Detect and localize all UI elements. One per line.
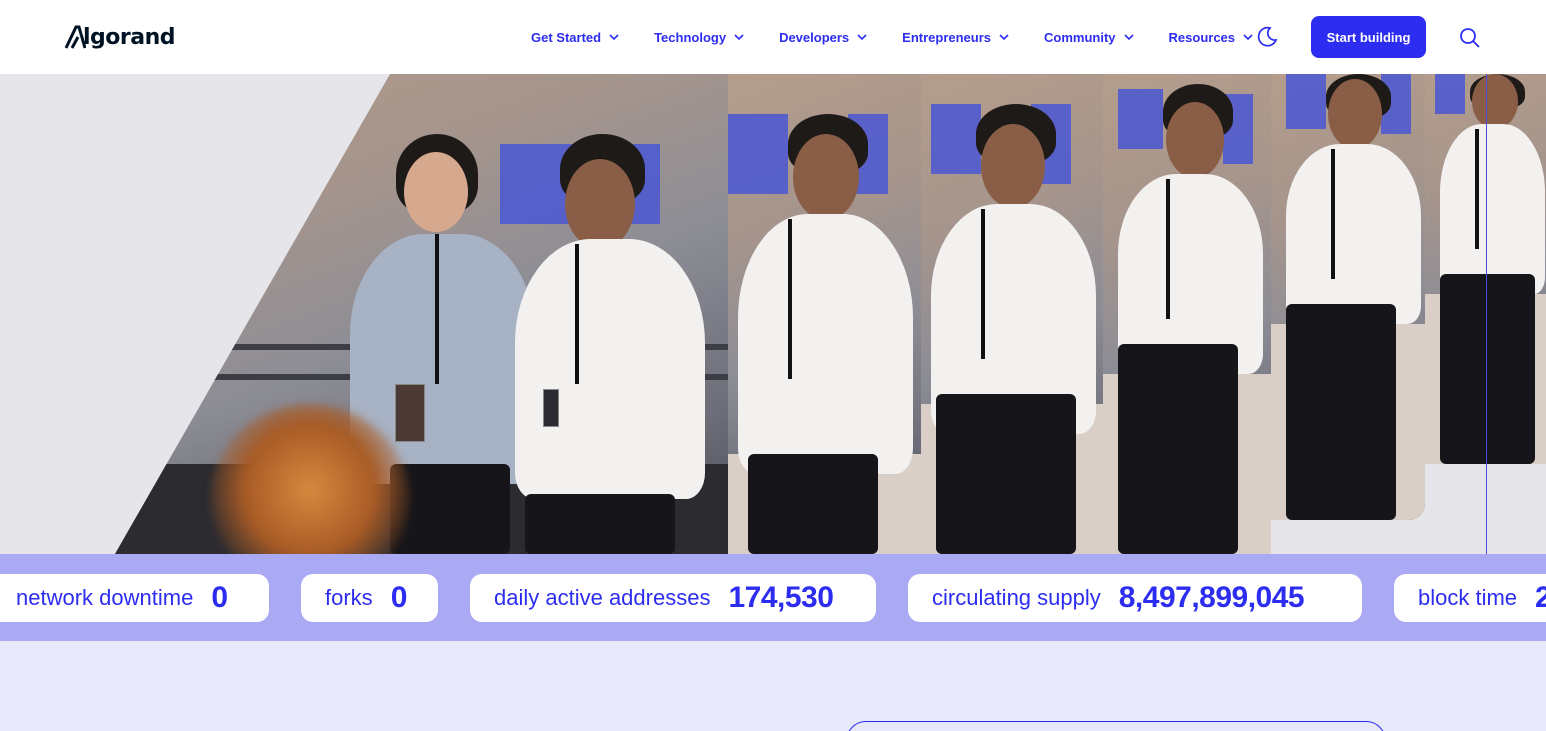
nav-get-started[interactable]: Get Started [531,30,619,45]
algorand-logo[interactable]: lgorand [64,22,176,52]
divider-line [1486,74,1487,554]
hero-photo-frame-3 [921,74,1103,554]
hero-photo-main [115,74,728,554]
nav-developers[interactable]: Developers [779,30,867,45]
stat-value: 174,530 [728,581,834,614]
start-building-button[interactable]: Start building [1311,16,1426,58]
stat-label: daily active addresses [494,585,711,610]
lower-section [0,641,1546,731]
outlined-pill [846,721,1386,731]
nav-resources[interactable]: Resources [1169,30,1253,45]
nav-label: Community [1044,29,1116,45]
stat-label: forks [325,585,373,610]
nav-technology[interactable]: Technology [654,30,744,45]
stat-label: circulating supply [932,585,1101,610]
nav-entrepreneurs[interactable]: Entrepreneurs [902,30,1009,45]
moon-icon[interactable] [1255,25,1279,49]
nav-label: Developers [779,29,850,45]
stat-value: 8,497,899,045 [1118,581,1305,614]
main-nav: Get Started Technology Developers Entrep… [531,0,1288,74]
stat-network-downtime: network downtime 0 [0,574,269,622]
hero-photo-collage [0,74,1546,554]
chevron-down-icon [857,32,867,42]
stat-daily-active-addresses: daily active addresses 174,530 [470,574,876,622]
nav-label: Get Started [531,29,602,45]
search-icon[interactable] [1458,26,1482,50]
nav-label: Entrepreneurs [902,29,992,45]
hero-photo-frame-2 [728,74,921,554]
chevron-down-icon [1243,32,1253,42]
stat-label: network downtime [16,585,194,610]
chevron-down-icon [999,32,1009,42]
stat-label: block time [1418,585,1518,610]
stat-value: 0 [211,581,228,614]
network-stats-ticker: network downtime 0 forks 0 daily active … [0,554,1546,641]
stat-circulating-supply: circulating supply 8,497,899,045 [908,574,1362,622]
nav-community[interactable]: Community [1044,30,1134,45]
chevron-down-icon [734,32,744,42]
nav-label: Resources [1168,29,1236,45]
stat-value: 0 [390,581,408,614]
logo-text: lgorand [83,24,176,50]
chevron-down-icon [1123,32,1134,42]
hero-photo-frame-5 [1271,74,1425,520]
stat-value: 2 [1535,581,1546,614]
nav-label: Technology [654,29,727,45]
stat-forks: forks 0 [301,574,438,622]
chevron-down-icon [609,32,619,42]
stat-block-time: block time 2 [1394,574,1546,622]
site-header: lgorand Get Started Technology Developer… [0,0,1546,74]
hero-photo-frame-4 [1103,74,1271,554]
